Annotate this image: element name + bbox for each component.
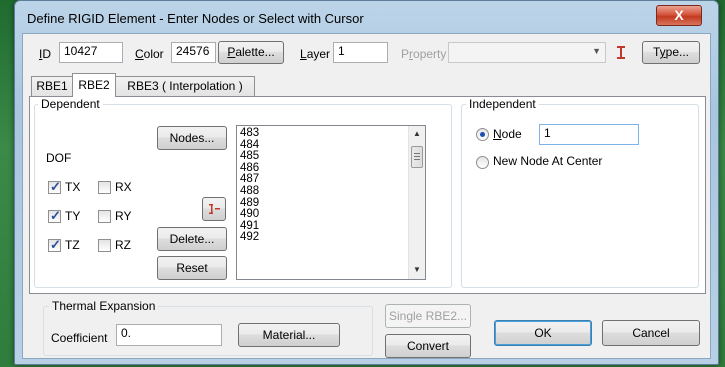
checkbox-tx-label: TX <box>65 180 81 194</box>
dof-label: DOF <box>46 151 72 165</box>
property-select[interactable]: ▼ <box>448 42 606 63</box>
list-item[interactable]: 488 <box>237 185 409 197</box>
list-item[interactable]: 492 <box>237 231 409 244</box>
id-field[interactable]: 10427 <box>59 42 123 63</box>
thermal-group-label: Thermal Expansion <box>49 299 159 313</box>
checkbox-ty[interactable]: ✓ <box>48 208 61 223</box>
tab-rbe3[interactable]: RBE3 ( Interpolation ) <box>115 76 255 96</box>
new-node-radio[interactable] <box>476 156 489 169</box>
checkbox-rx[interactable] <box>98 181 111 194</box>
delete-node-icon <box>209 204 220 214</box>
list-item[interactable]: 484 <box>237 139 409 151</box>
checkbox-rx-label: RX <box>115 180 132 194</box>
checkbox-ry[interactable] <box>98 210 111 223</box>
coefficient-field[interactable]: 0. <box>116 324 222 346</box>
ok-button[interactable]: OK <box>494 320 592 346</box>
scroll-down-icon[interactable]: ▼ <box>413 265 421 274</box>
list-item[interactable]: 483 <box>237 127 409 139</box>
type-button[interactable]: Type... <box>642 41 700 64</box>
material-button[interactable]: Material... <box>238 323 340 347</box>
dialog-window: Define RIGID Element - Enter Nodes or Se… <box>14 0 719 365</box>
delete-node-icon-button[interactable] <box>202 197 226 221</box>
close-icon: X <box>674 7 684 23</box>
list-item[interactable]: 491 <box>237 220 409 232</box>
coefficient-label: Coefficient <box>51 331 108 345</box>
convert-button[interactable]: Convert <box>385 334 471 358</box>
reset-button[interactable]: Reset <box>157 256 227 280</box>
tab-rbe2[interactable]: RBE2 <box>72 73 116 97</box>
node-radio[interactable] <box>476 128 489 141</box>
tab-panel: Dependent DOF ✓ TX RX ✓ TY RY ✓ TZ RZ No… <box>29 96 706 294</box>
dependent-group-label: Dependent <box>38 97 103 111</box>
independent-group-label: Independent <box>466 97 539 111</box>
cancel-button[interactable]: Cancel <box>602 320 700 346</box>
dialog-client: ID 10427 Color 24576 Palette... Layer 1 … <box>22 33 711 359</box>
node-radio-label: Node <box>493 127 522 141</box>
list-item[interactable]: 485 <box>237 150 409 162</box>
close-button[interactable]: X <box>656 5 702 26</box>
color-field[interactable]: 24576 <box>171 42 216 63</box>
property-label: Property <box>401 47 447 61</box>
checkbox-ry-label: RY <box>115 209 132 223</box>
pick-property-icon[interactable] <box>611 43 631 63</box>
layer-label: Layer <box>300 47 331 61</box>
window-title: Define RIGID Element - Enter Nodes or Se… <box>27 11 364 26</box>
list-item[interactable]: 489 <box>237 197 409 209</box>
layer-field[interactable]: 1 <box>333 42 388 63</box>
checkbox-tz[interactable]: ✓ <box>48 237 61 252</box>
scroll-up-icon[interactable]: ▲ <box>413 129 421 138</box>
title-bar[interactable]: Define RIGID Element - Enter Nodes or Se… <box>15 1 718 35</box>
new-node-radio-label: New Node At Center <box>493 154 603 168</box>
node-list-scrollbar[interactable]: ▲ ▼ <box>408 126 425 279</box>
single-rbe2-button[interactable]: Single RBE2... <box>385 304 471 328</box>
nodes-button[interactable]: Nodes... <box>157 126 227 150</box>
checkbox-ty-label: TY <box>65 209 81 223</box>
checkbox-tx[interactable]: ✓ <box>48 179 61 194</box>
scroll-thumb[interactable] <box>411 146 423 168</box>
palette-button[interactable]: Palette... <box>218 41 284 64</box>
delete-button[interactable]: Delete... <box>157 227 227 251</box>
list-item[interactable]: 486 <box>237 162 409 174</box>
node-list[interactable]: 483 484 485 486 487 488 489 490 491 492 ▲ ▼ <box>236 125 426 280</box>
independent-node-field[interactable]: 1 <box>539 124 639 145</box>
color-label: Color <box>135 47 164 61</box>
checkbox-tz-label: TZ <box>65 238 80 252</box>
list-item[interactable]: 490 <box>237 208 409 220</box>
id-label: ID <box>39 47 52 61</box>
tab-rbe1[interactable]: RBE1 <box>31 76 73 96</box>
list-item[interactable]: 487 <box>237 173 409 186</box>
checkbox-rz[interactable] <box>98 239 111 252</box>
chevron-down-icon: ▼ <box>592 46 601 56</box>
checkbox-rz-label: RZ <box>115 238 131 252</box>
